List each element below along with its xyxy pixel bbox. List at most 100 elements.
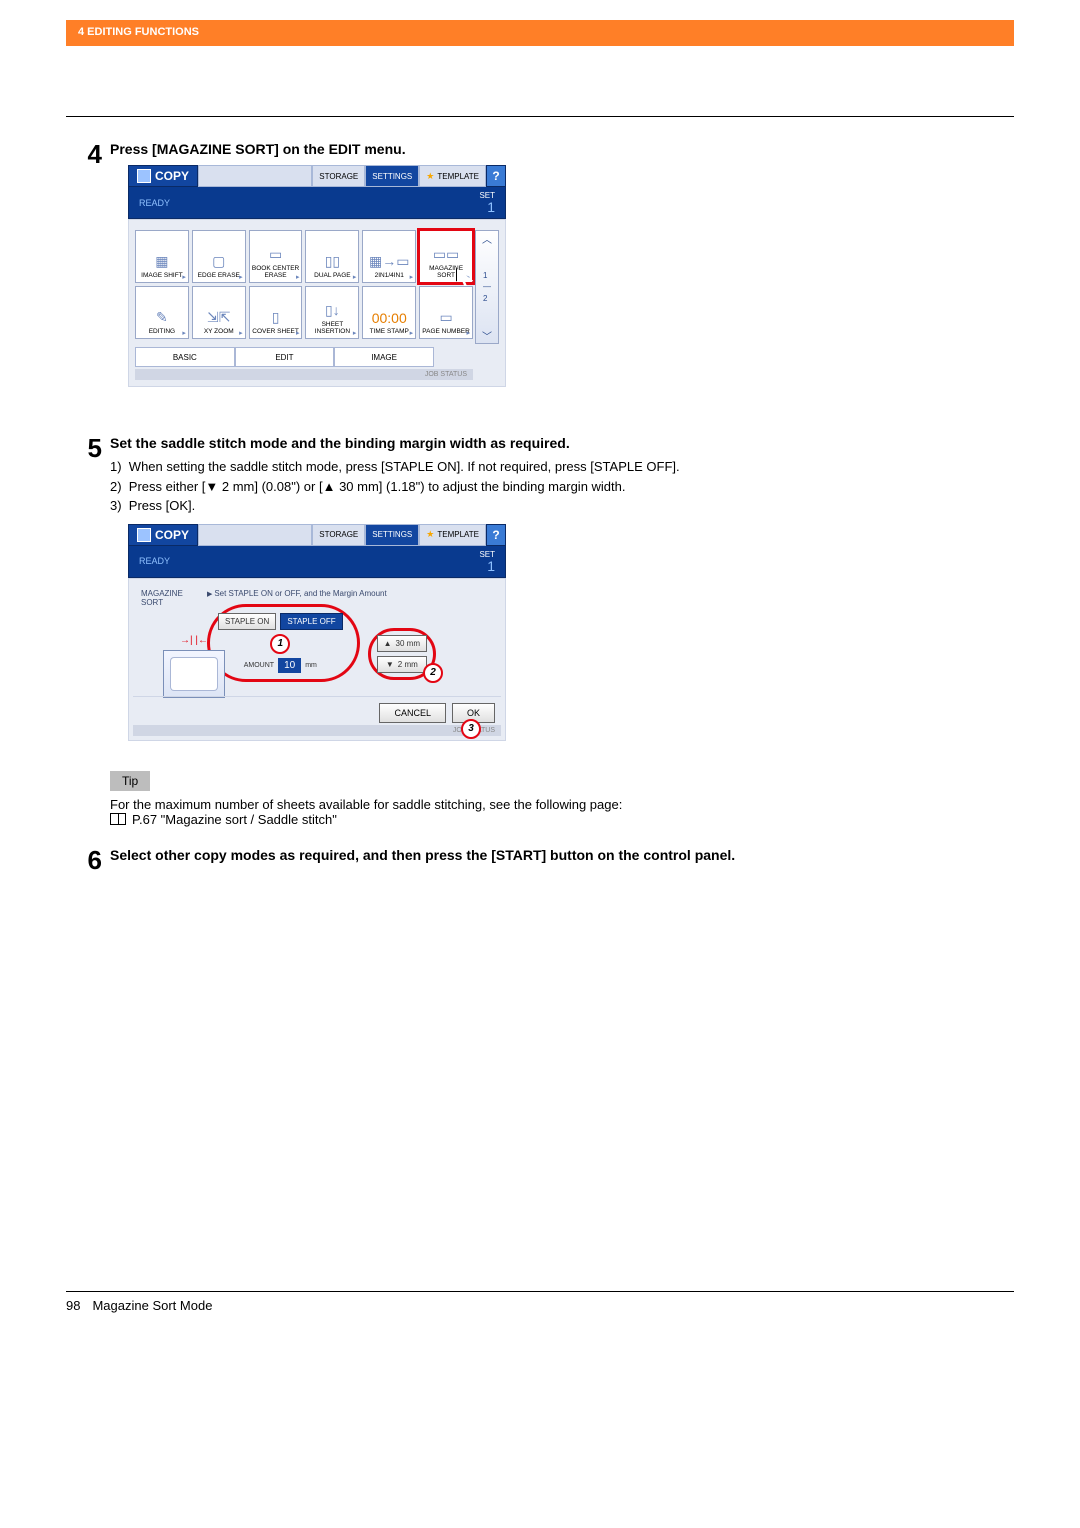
tile-2in1-4in1[interactable]: ▦→▭2IN1/4IN1▸	[362, 230, 416, 283]
copy-icon	[137, 528, 151, 542]
triangle-down-icon: ▼	[386, 660, 394, 669]
xy-zoom-icon: ⇲⇱	[207, 309, 230, 326]
tile-cover-sheet[interactable]: ▯COVER SHEET▸	[249, 286, 303, 339]
help-button[interactable]: ?	[486, 165, 506, 187]
tab-settings[interactable]: SETTINGS	[365, 165, 419, 187]
header-spacer	[198, 165, 312, 187]
chevron-right-icon: ▸	[410, 329, 414, 337]
tab-template[interactable]: ★TEMPLATE	[419, 165, 486, 187]
page-number: 98	[66, 1298, 80, 1313]
page-scroll[interactable]: ︿ 1—2 ﹀	[475, 230, 499, 344]
step-4: 4 Press [MAGAZINE SORT] on the EDIT menu…	[66, 141, 1014, 417]
tab-settings[interactable]: SETTINGS	[365, 524, 419, 546]
tile-sheet-insertion[interactable]: ▯↓SHEET INSERTION▸	[305, 286, 359, 339]
chevron-right-icon: ▸	[353, 329, 357, 337]
image-shift-icon: ▦	[155, 253, 168, 270]
amount-unit: mm	[305, 662, 317, 669]
panel-edit-menu: COPY STORAGE SETTINGS ★TEMPLATE ? READY …	[128, 165, 506, 387]
tab-edit[interactable]: EDIT	[235, 347, 335, 367]
job-status-button[interactable]: JOB STATUS	[135, 369, 473, 380]
amount-value: 10	[278, 658, 301, 673]
job-status-button[interactable]: JOB STATUS 3	[133, 725, 501, 736]
panel1-header: COPY STORAGE SETTINGS ★TEMPLATE ?	[128, 165, 506, 187]
nin1-icon: ▦→▭	[369, 253, 409, 270]
header-spacer	[198, 524, 312, 546]
staple-on-button[interactable]: STAPLE ON	[218, 613, 276, 630]
panel1-body: ▦IMAGE SHIFT▸ ▢EDGE ERASE▸ ▭BOOK CENTER …	[128, 219, 506, 387]
book-center-icon: ▭	[269, 246, 282, 263]
book-icon	[110, 813, 126, 825]
tab-template[interactable]: ★TEMPLATE	[419, 524, 486, 546]
panel2-body: MAGAZINE SORT Set STAPLE ON or OFF, and …	[128, 578, 506, 741]
page-content: 4 Press [MAGAZINE SORT] on the EDIT menu…	[0, 46, 1080, 873]
chevron-right-icon: ▸	[296, 273, 300, 281]
time-stamp-icon: 00:00	[372, 310, 407, 326]
step-number: 5	[66, 435, 110, 827]
triangle-down-icon: ▼	[205, 479, 218, 494]
tab-storage[interactable]: STORAGE	[312, 524, 365, 546]
tab-storage[interactable]: STORAGE	[312, 165, 365, 187]
tab-image[interactable]: IMAGE	[334, 347, 434, 367]
dual-page-icon: ▯▯	[325, 253, 340, 270]
chevron-right-icon: ▸	[466, 329, 470, 337]
cancel-button[interactable]: CANCEL	[379, 703, 446, 723]
cover-sheet-icon: ▯	[272, 309, 280, 326]
tip-label: Tip	[110, 771, 150, 791]
tile-dual-page[interactable]: ▯▯DUAL PAGE▸	[305, 230, 359, 283]
tile-magazine-sort[interactable]: ▭▭MAGAZINE SORT▸	[419, 230, 473, 283]
divider	[66, 116, 1014, 117]
edge-erase-icon: ▢	[212, 253, 225, 270]
editing-icon: ✎	[156, 309, 168, 326]
page-footer: 98 Magazine Sort Mode	[0, 1291, 1080, 1343]
instruction-text: Set STAPLE ON or OFF, and the Margin Amo…	[207, 589, 493, 598]
chevron-right-icon: ▸	[410, 273, 414, 281]
callout-3: 3	[461, 719, 481, 739]
step-6-title: Select other copy modes as required, and…	[110, 847, 1014, 863]
ready-label: READY	[139, 198, 170, 208]
amount-label: AMOUNT	[244, 662, 274, 669]
triangle-up-icon: ▲	[323, 479, 336, 494]
tip-block: Tip For the maximum number of sheets ava…	[110, 771, 1014, 827]
help-button[interactable]: ?	[486, 524, 506, 546]
chevron-right-icon: ▸	[182, 329, 186, 337]
footer-title: Magazine Sort Mode	[92, 1298, 212, 1313]
margin-down-button[interactable]: ▼2 mm	[377, 656, 427, 673]
panel2-statusbar: READY SET1	[128, 546, 506, 578]
panel2-footer-buttons: CANCEL OK	[133, 696, 501, 723]
copy-icon	[137, 169, 151, 183]
footer-rule	[66, 1291, 1014, 1292]
tile-grid: ▦IMAGE SHIFT▸ ▢EDGE ERASE▸ ▭BOOK CENTER …	[135, 230, 473, 339]
chevron-right-icon: ▸	[182, 273, 186, 281]
panel1-bottom-tabs: BASIC EDIT IMAGE	[135, 347, 473, 367]
chevron-up-icon[interactable]: ︿	[482, 231, 492, 246]
panel-magazine-sort: COPY STORAGE SETTINGS ★TEMPLATE ? READY …	[128, 524, 506, 741]
tab-basic[interactable]: BASIC	[135, 347, 235, 367]
tile-page-number[interactable]: ▭PAGE NUMBER▸	[419, 286, 473, 339]
step-5: 5 Set the saddle stitch mode and the bin…	[66, 435, 1014, 827]
book-icon	[163, 650, 225, 698]
tile-time-stamp[interactable]: 00:00TIME STAMP▸	[362, 286, 416, 339]
ready-label: READY	[139, 556, 170, 566]
tile-book-center-erase[interactable]: ▭BOOK CENTER ERASE▸	[249, 230, 303, 283]
step-6: 6 Select other copy modes as required, a…	[66, 847, 1014, 873]
chevron-down-icon[interactable]: ﹀	[482, 328, 492, 343]
sheet-insert-icon: ▯↓	[325, 302, 340, 319]
tile-image-shift[interactable]: ▦IMAGE SHIFT▸	[135, 230, 189, 283]
chevron-right-icon: ▸	[353, 273, 357, 281]
star-icon: ★	[426, 529, 434, 540]
chevron-right-icon: ▸	[296, 329, 300, 337]
chevron-right-icon: ▸	[239, 273, 243, 281]
tile-xy-zoom[interactable]: ⇲⇱XY ZOOM▸	[192, 286, 246, 339]
margin-up-button[interactable]: ▲30 mm	[377, 635, 427, 652]
page-header: 4 EDITING FUNCTIONS	[66, 20, 1014, 46]
copy-mode-label: COPY	[128, 524, 198, 546]
staple-off-button[interactable]: STAPLE OFF	[280, 613, 342, 630]
star-icon: ★	[426, 171, 434, 182]
tile-edge-erase[interactable]: ▢EDGE ERASE▸	[192, 230, 246, 283]
tile-editing[interactable]: ✎EDITING▸	[135, 286, 189, 339]
tip-text: For the maximum number of sheets availab…	[110, 797, 1014, 812]
step-number: 4	[66, 141, 110, 417]
chevron-right-icon: ▸	[239, 329, 243, 337]
section-title: 4 EDITING FUNCTIONS	[78, 26, 199, 38]
page-number-icon: ▭	[439, 309, 452, 326]
